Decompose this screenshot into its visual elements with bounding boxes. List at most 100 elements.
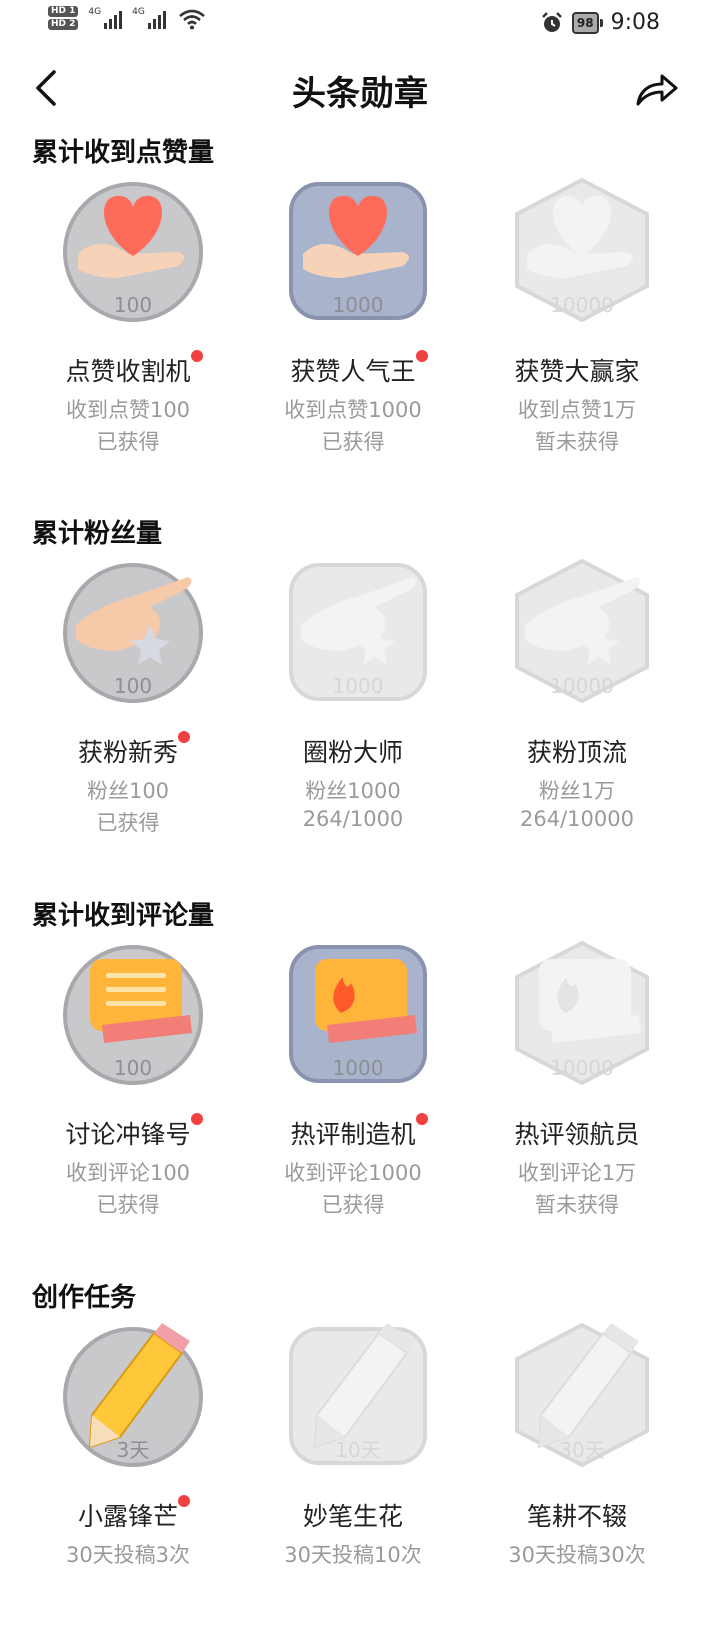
medal-card[interactable]: 1000 圈粉大师粉丝1000 264/1000 [243,555,463,845]
medal-name: 热评领航员 [514,1120,640,1149]
medal-number: 10000 [550,674,614,698]
medal-card[interactable]: 10000 获粉顶流粉丝1万 264/10000 [467,555,687,845]
medal-status: 已获得 [96,430,160,454]
medal-section: 创作任务 3天 小露锋芒 30天投稿3次 10天 妙笔生花 30天投稿10次 30天 笔耕不辍 3… [0,1277,720,1647]
medal-requirement: 粉丝100 [86,779,170,803]
medal-image: 100 [58,555,208,705]
medal-card[interactable]: 1000 获赞人气王收到点赞1000 已获得 [243,174,463,464]
medal-section: 累计收到点赞量 100 点赞收割机收到点赞100 已获得 1000 获赞人气王收到点赞10… [0,132,720,502]
section-title: 累计收到评论量 [32,901,215,931]
section-title: 累计收到点赞量 [32,138,215,168]
comment-card-icon [315,959,417,1043]
medal-name: 笔耕不辍 [526,1502,627,1531]
medal-name: 获赞大赢家 [514,357,640,386]
medal-image: 10000 [507,174,657,324]
medal-status: 暂未获得 [535,1193,619,1217]
signal-icon-1: 4G [88,7,123,29]
medal-number: 1000 [333,674,384,698]
medal-requirement: 收到评论1万 [517,1161,637,1185]
medal-name: 获赞人气王 [290,357,416,386]
medal-status: 已获得 [96,811,160,835]
medal-requirement: 粉丝1000 [305,779,401,803]
medal-number: 100 [114,674,152,698]
medal-card[interactable]: 30天笔耕不辍 30天投稿30次 [467,1319,687,1609]
medal-number: 10000 [550,1056,614,1080]
hd2-badge: HD 2 [48,19,79,30]
medal-image: 100 [58,937,208,1087]
medal-image: 1000 [283,555,433,705]
new-dot-badge [415,1113,428,1125]
medal-number: 10天 [335,1438,380,1462]
medal-name: 获粉顶流 [526,738,627,767]
new-dot-badge [178,1495,190,1507]
new-dot-badge [178,731,190,743]
medal-name: 圈粉大师 [302,738,403,767]
battery-level: 98 [571,11,599,34]
medal-status: 264/1000 [302,807,404,831]
medal-requirement: 收到评论100 [65,1161,191,1185]
medal-status: 已获得 [321,430,385,454]
medal-name: 获粉新秀 [77,738,178,767]
medal-card[interactable]: 10天妙笔生花 30天投稿10次 [243,1319,463,1609]
new-dot-badge [190,350,203,362]
medal-requirement: 收到点赞1万 [517,398,637,422]
medal-section: 累计粉丝量 100 获粉新秀粉丝100 已获得 1000 圈粉大师粉丝1000 264/10… [0,513,720,883]
status-bar: HD 1 HD 2 4G 4G 98 9:08 [0,0,720,48]
medal-card[interactable]: 100 获粉新秀粉丝100 已获得 [18,555,238,845]
signal-icon-2: 4G [132,7,166,29]
medal-number: 1000 [333,293,384,317]
medal-number: 30天 [559,1438,604,1462]
nav-bar: 头条勋章 [0,56,720,120]
medal-card[interactable]: 100 讨论冲锋号收到评论100 已获得 [18,937,238,1227]
medal-image: 1000 [283,174,433,324]
network-type-2: 4G [132,7,145,17]
new-dot-badge [190,1113,203,1125]
medal-requirement: 30天投稿30次 [508,1543,646,1567]
medal-name: 讨论冲锋号 [65,1120,191,1149]
network-type-1: 4G [88,7,102,17]
medal-number: 100 [114,293,152,317]
medal-image: 1000 [283,937,433,1087]
medal-section: 累计收到评论量 100 讨论冲锋号收到评论100 已获得 1000 热评制造机收到评论10… [0,895,720,1265]
medal-card[interactable]: 10000 获赞大赢家收到点赞1万 暂未获得 [467,174,687,464]
battery-icon: 98 [571,11,603,34]
medal-status: 已获得 [321,1193,385,1217]
clock: 9:08 [610,10,660,35]
medal-name: 热评制造机 [290,1120,416,1149]
section-title: 累计粉丝量 [32,519,163,549]
medal-number: 3天 [117,1438,150,1462]
medal-status: 264/10000 [520,807,634,831]
comment-card-icon [539,959,641,1043]
medal-requirement: 收到评论1000 [284,1161,422,1185]
medal-image: 100 [58,174,208,324]
medal-image: 10000 [507,937,657,1087]
medal-requirement: 30天投稿3次 [65,1543,191,1567]
medal-card[interactable]: 10000 热评领航员收到评论1万 暂未获得 [467,937,687,1227]
medal-requirement: 粉丝1万 [538,779,616,803]
share-icon[interactable] [632,66,680,110]
medal-card[interactable]: 100 点赞收割机收到点赞100 已获得 [18,174,238,464]
medal-card[interactable]: 3天 小露锋芒 30天投稿3次 [18,1319,238,1609]
section-title: 创作任务 [32,1283,137,1313]
hd-indicators: HD 1 HD 2 [48,6,79,30]
medal-image: 10天 [283,1319,433,1469]
medal-card[interactable]: 1000 热评制造机收到评论1000 已获得 [243,937,463,1227]
medal-number: 10000 [550,293,614,317]
comment-card-icon [90,959,192,1043]
medal-image: 3天 [58,1319,208,1469]
wifi-icon [178,9,205,30]
medal-number: 1000 [333,1056,384,1080]
medal-name: 妙笔生花 [302,1502,403,1531]
medal-requirement: 收到点赞1000 [284,398,422,422]
alarm-icon [542,11,562,32]
medal-image: 10000 [507,555,657,705]
medal-image: 30天 [507,1319,657,1469]
medal-requirement: 收到点赞100 [65,398,191,422]
new-dot-badge [415,350,428,362]
medal-status: 暂未获得 [535,430,619,454]
medal-requirement: 30天投稿10次 [284,1543,422,1567]
hd1-badge: HD 1 [48,6,79,17]
medal-name: 点赞收割机 [65,357,191,386]
medal-status: 已获得 [96,1193,160,1217]
medal-number: 100 [114,1056,152,1080]
